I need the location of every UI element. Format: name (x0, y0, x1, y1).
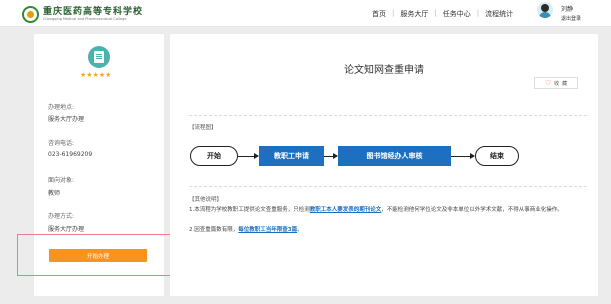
document-service-icon (88, 46, 110, 68)
heart-icon: ♡ (544, 78, 552, 87)
school-emblem-icon (22, 5, 39, 23)
method-label: 办理方式: (48, 213, 75, 220)
favorite-label: 收 (554, 80, 560, 87)
logout-link[interactable]: 退出登录 (561, 15, 581, 22)
location-value: 服务大厅办理 (48, 116, 85, 123)
location-label: 办理地点: (48, 104, 75, 111)
nav-separator: | (434, 9, 437, 17)
user-avatar[interactable] (537, 2, 553, 18)
divider (189, 115, 587, 116)
flow-arrow (451, 153, 475, 159)
rating-stars: ★★★★★ (80, 71, 112, 79)
phone-label: 咨询电话: (48, 140, 75, 147)
page-title: 论文知网查重申请 (344, 65, 424, 76)
method-value: 服务大厅办理 (48, 226, 85, 233)
target-value: 教师 (48, 190, 61, 197)
favorite-button[interactable]: ♡ 收 藏 (534, 77, 578, 89)
nav-home[interactable]: 首页 (372, 9, 386, 19)
target-label: 面向对象: (48, 177, 75, 184)
note-1-link[interactable]: 教职工本人要发表的期刊论文 (310, 207, 382, 213)
favorite-count: 藏 (562, 80, 568, 87)
note-2: 2.因查重篇数有限，每位教职工当年限查3篇。 (189, 227, 303, 233)
flow-end: 结束 (475, 146, 519, 166)
flow-arrow (324, 153, 338, 159)
flow-arrow (238, 153, 259, 159)
nav-service-hall[interactable]: 服务大厅 (400, 9, 428, 19)
note-1: 1.本流程为学校教职工提供论文查重服务，只检测教职工本人要发表的期刊论文，不能检… (189, 207, 563, 213)
divider (189, 186, 587, 187)
school-logo[interactable]: 重庆医药高等专科学校 Chongqing Medical and Pharmac… (22, 5, 143, 23)
top-bar: 重庆医药高等专科学校 Chongqing Medical and Pharmac… (0, 0, 611, 27)
note-2-link[interactable]: 每位教职工当年限查3篇 (238, 227, 297, 233)
flow-section-label: 【流程图】 (189, 125, 217, 131)
notes-section-label: 【其他说明】 (189, 197, 223, 203)
main-nav: 首页 | 服务大厅 | 任务中心 | 流程统计 (372, 9, 525, 19)
main-panel: 论文知网查重申请 ♡ 收 藏 【流程图】 开始 教职工申请 图书馆经办人审核 结… (170, 34, 598, 296)
nav-process-stats[interactable]: 流程统计 (485, 9, 513, 19)
user-name: 刘静 (561, 6, 574, 13)
nav-task-center[interactable]: 任务中心 (443, 9, 471, 19)
flow-step-employee-apply: 教职工申请 (259, 146, 324, 166)
flow-step-library-review: 图书馆经办人审核 (338, 146, 451, 166)
phone-value: 023-61969209 (48, 151, 93, 158)
school-name: 重庆医药高等专科学校 Chongqing Medical and Pharmac… (43, 7, 143, 22)
school-name-cn: 重庆医药高等专科学校 (43, 6, 144, 17)
flow-start: 开始 (190, 146, 238, 166)
nav-separator: | (476, 9, 480, 17)
nav-separator: | (392, 9, 395, 17)
highlight-box (17, 234, 183, 276)
school-name-en: Chongqing Medical and Pharmaceutical Col… (43, 16, 127, 21)
